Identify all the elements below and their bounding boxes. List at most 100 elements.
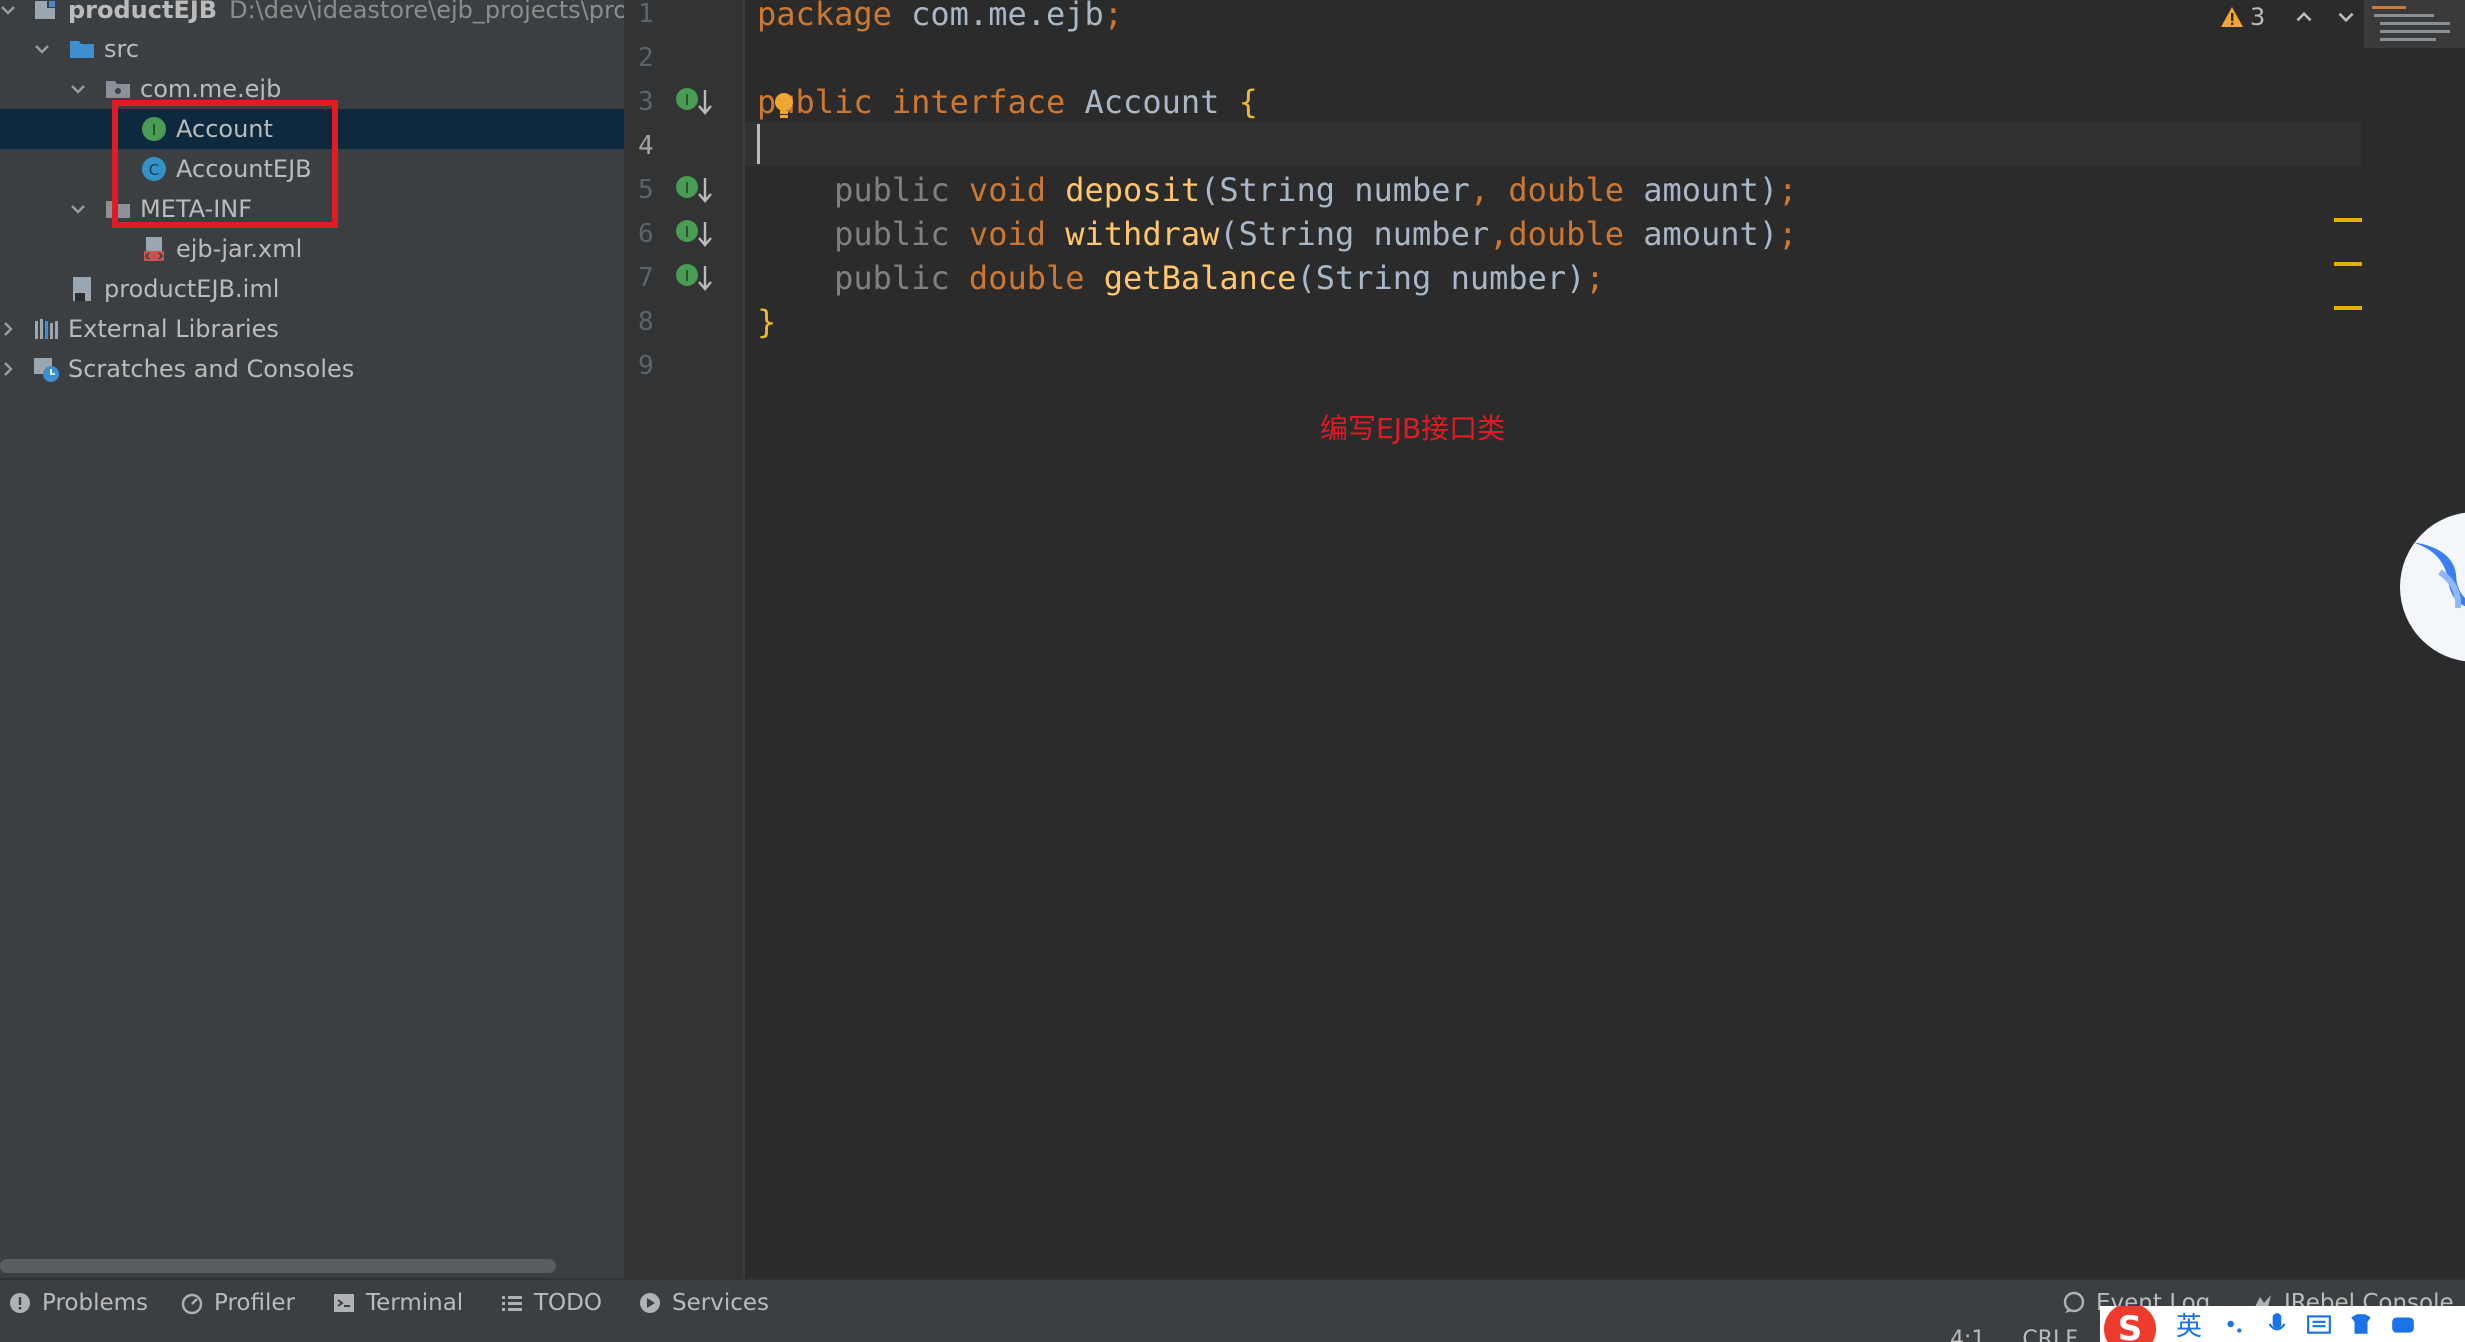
tree-node-ejb-jar[interactable]: ejb-jar.xml <box>0 229 624 269</box>
problems-icon <box>10 1293 30 1313</box>
inspections-widget[interactable]: 3 <box>2220 0 2357 34</box>
caret-position[interactable]: 4:1 <box>1950 1327 1985 1342</box>
keyboard-icon[interactable] <box>2306 1311 2332 1337</box>
code-line-5: public void deposit(String number, doubl… <box>757 168 1797 212</box>
ime-toolbar[interactable]: S 英 <box>2100 1306 2465 1342</box>
semicolon: ; <box>1103 0 1124 33</box>
keyword: public <box>834 215 950 253</box>
params: amount) <box>1623 215 1779 253</box>
chevron-down-icon[interactable] <box>28 29 56 69</box>
line-number: 9 <box>638 351 654 381</box>
params: (String number) <box>1296 259 1586 297</box>
keyword: interface <box>891 83 1066 121</box>
lightbulb-icon[interactable] <box>773 92 795 120</box>
chevron-right-icon[interactable] <box>0 309 22 349</box>
event-log-icon <box>2063 1291 2085 1313</box>
line-number: 1 <box>638 0 654 29</box>
comma: , <box>1489 215 1509 253</box>
method-name: withdraw <box>1065 215 1220 253</box>
annotation-text: 编写EJB接口类 <box>1320 412 1506 445</box>
ime-language[interactable]: 英 <box>2176 1306 2202 1342</box>
microphone-icon[interactable] <box>2264 1311 2290 1337</box>
profiler-button[interactable]: Profiler <box>180 1280 295 1326</box>
iml-file-icon <box>73 277 91 301</box>
code-line-3: public interface Account { <box>757 80 1258 124</box>
tree-label-ejb-jar: ejb-jar.xml <box>176 235 303 263</box>
semicolon: ; <box>1778 171 1798 209</box>
line-number: 4 <box>638 131 654 161</box>
project-name: productEJB <box>68 0 218 24</box>
tree-label-iml: productEJB.iml <box>104 275 280 303</box>
sogou-logo[interactable]: S <box>2104 1306 2156 1342</box>
svg-text:I: I <box>685 179 689 197</box>
method-name: deposit <box>1065 171 1201 209</box>
params: (String number <box>1200 171 1470 209</box>
chevron-up-icon[interactable] <box>2293 6 2315 28</box>
tree-node-src[interactable]: src <box>0 29 624 69</box>
warning-stripe[interactable] <box>2334 262 2362 266</box>
line-number: 8 <box>638 307 654 337</box>
terminal-label: Terminal <box>366 1290 464 1316</box>
warning-stripe[interactable] <box>2334 218 2362 222</box>
implemented-icon[interactable]: I <box>672 214 712 254</box>
module-icon <box>35 0 56 19</box>
floating-assistant-ball[interactable] <box>2400 512 2465 662</box>
keyword: public <box>834 259 950 297</box>
code-line-8: } <box>757 300 776 344</box>
line-separator[interactable]: CRLF <box>2022 1327 2078 1342</box>
minimap[interactable] <box>2364 0 2465 48</box>
services-label: Services <box>672 1290 769 1316</box>
keyword: public <box>834 171 950 209</box>
warning-count: 3 <box>2250 3 2266 31</box>
todo-label: TODO <box>534 1290 602 1316</box>
project-path: D:\dev\ideastore\ejb_projects\prod <box>229 0 624 24</box>
highlight-box <box>112 100 338 228</box>
problems-label: Problems <box>42 1290 149 1316</box>
svg-text:I: I <box>685 91 689 109</box>
chevron-down-icon[interactable] <box>0 0 22 30</box>
chevron-down-icon[interactable] <box>2335 6 2357 28</box>
tree-node-root[interactable]: productEJB D:\dev\ideastore\ejb_projects\… <box>0 0 624 30</box>
svg-text:I: I <box>685 267 689 285</box>
implemented-icon[interactable]: I <box>672 82 712 122</box>
horizontal-scrollbar[interactable] <box>0 1259 556 1273</box>
tree-node-external-libraries[interactable]: External Libraries <box>0 309 624 349</box>
status-text: 4:1 CRLF <box>1950 1326 2078 1342</box>
implemented-icon[interactable]: I <box>672 258 712 298</box>
keyword: void <box>968 171 1046 209</box>
implemented-icon[interactable]: I <box>672 170 712 210</box>
tree-node-scratches[interactable]: Scratches and Consoles <box>0 349 624 389</box>
interface-name: Account <box>1084 83 1220 121</box>
xml-file-icon <box>144 237 164 261</box>
source-folder-icon <box>70 41 94 58</box>
libraries-icon <box>35 319 58 339</box>
chevron-right-icon[interactable] <box>0 349 22 389</box>
status-bar: 4:1 CRLF <box>0 1326 2465 1342</box>
todo-button[interactable]: TODO <box>500 1280 602 1326</box>
services-icon <box>640 1293 660 1313</box>
package-name: com.me.ejb <box>891 0 1104 33</box>
skin-icon[interactable] <box>2348 1311 2374 1337</box>
keyword: double <box>968 259 1085 297</box>
comma: , <box>1469 171 1490 209</box>
services-button[interactable]: Services <box>638 1280 769 1326</box>
tree-node-iml[interactable]: productEJB.iml <box>0 269 624 309</box>
todo-icon <box>502 1296 522 1311</box>
problems-button[interactable]: Problems <box>8 1280 148 1326</box>
terminal-button[interactable]: Terminal <box>332 1280 463 1326</box>
svg-text:I: I <box>685 223 689 241</box>
chevron-down-icon[interactable] <box>64 189 92 229</box>
warning-icon <box>2221 7 2243 27</box>
toolbox-icon[interactable] <box>2390 1311 2416 1337</box>
line-number: 2 <box>638 43 654 73</box>
keyword: double <box>1508 171 1624 209</box>
warning-stripe[interactable] <box>2334 306 2362 310</box>
chevron-down-icon[interactable] <box>64 69 92 109</box>
keyword: package <box>757 0 892 33</box>
punctuation-icon[interactable] <box>2222 1311 2248 1337</box>
code-line-1: package com.me.ejb; <box>757 0 1123 36</box>
text-caret <box>757 124 760 164</box>
params: amount) <box>1623 171 1779 209</box>
profiler-icon <box>181 1293 203 1315</box>
tree-label-src: src <box>104 35 140 63</box>
